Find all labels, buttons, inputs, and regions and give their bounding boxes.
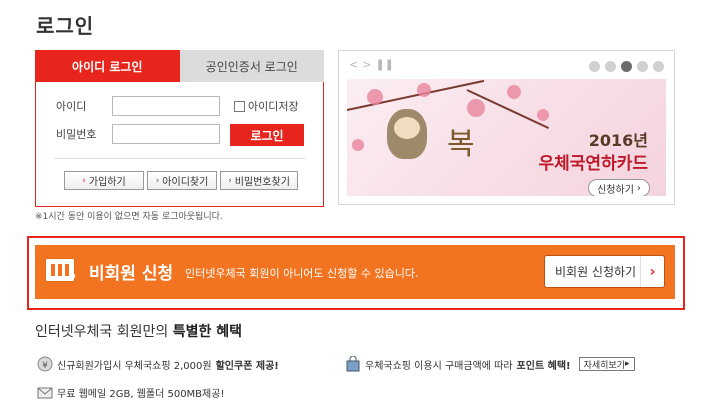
pagination-dot[interactable]: [605, 61, 616, 72]
blossom: [467, 99, 485, 117]
banner-apply-button[interactable]: 신청하기 ›: [588, 179, 650, 196]
divider: [54, 158, 305, 159]
save-id-label: 아이디저장: [248, 100, 299, 113]
save-id-checkbox[interactable]: 아이디저장: [234, 98, 299, 114]
arrow-right-icon: ›: [82, 175, 86, 186]
benefits-title-bold: 특별한 혜택: [172, 324, 242, 340]
prev-icon[interactable]: <: [349, 58, 358, 71]
banner-image[interactable]: 복 2016년 우체국연하카드 신청하기 ›: [347, 79, 666, 196]
pause-icon[interactable]: ❚❚: [375, 58, 393, 71]
non-member-apply-button[interactable]: 비회원 신청하기 ›: [544, 255, 665, 288]
arrow-right-icon: ▸: [625, 359, 630, 369]
non-member-apply-label: 비회원 신청하기: [555, 265, 637, 279]
benefit-text: 신규회원가입시 우체국쇼핑 2,000원: [57, 360, 212, 372]
benefit-text: 무료 웹메일 2GB, 웹폴더 500MB제공!: [57, 388, 225, 400]
banner-controls: < > ❚❚: [349, 58, 394, 71]
chevron-right-icon: ›: [636, 182, 641, 194]
benefits-title-prefix: 인터넷우체국 회원만의: [35, 324, 169, 340]
cursor-icon: ➚: [67, 270, 78, 284]
find-password-button[interactable]: › 비밀번호찾기: [220, 171, 298, 190]
arrow-right-icon: ›: [155, 175, 160, 186]
non-member-title: 비회원 신청: [89, 264, 174, 284]
blossom: [507, 85, 521, 99]
find-id-button[interactable]: › 아이디찾기: [147, 171, 217, 190]
pagination-dot[interactable]: [637, 61, 648, 72]
benefit-highlight: 포인트 혜택!: [516, 360, 571, 372]
blossom: [537, 109, 549, 121]
login-tabs: 아이디 로그인 공인인증서 로그인: [35, 50, 324, 82]
find-password-label: 비밀번호찾기: [234, 177, 290, 188]
shopping-bag-icon: [346, 356, 360, 372]
banner-title: 우체국연하카드: [538, 154, 648, 174]
benefit-item: ¥ 신규회원가입시 우체국쇼핑 2,000원 할인쿠폰 제공!: [37, 356, 279, 372]
non-member-description: 인터넷우체국 회원이 아니어도 신청할 수 있습니다.: [185, 267, 419, 280]
svg-text:¥: ¥: [42, 361, 48, 371]
pagination-dot[interactable]: [589, 61, 600, 72]
details-button[interactable]: 자세히보기 ▸: [578, 357, 635, 371]
pagination-dot-active[interactable]: [621, 61, 632, 72]
coupon-icon: ¥: [37, 356, 53, 372]
login-form: 아이디 아이디저장 비밀번호 로그인 › 가입하기 › 아이디찾기 › 비밀번호…: [35, 82, 324, 207]
banner-apply-label: 신청하기: [597, 184, 634, 196]
login-button[interactable]: 로그인: [230, 124, 304, 146]
signup-button[interactable]: › 가입하기: [64, 171, 144, 190]
signup-label: 가입하기: [88, 177, 126, 188]
page-title: 로그인: [36, 14, 95, 38]
auto-logout-notice: ※1시간 동안 이용이 없으면 자동 로그아웃됩니다.: [35, 212, 223, 222]
banner-pagination: [589, 61, 664, 72]
blossom: [367, 89, 383, 105]
benefit-highlight: 할인쿠폰 제공!: [215, 360, 279, 372]
id-input[interactable]: [112, 96, 220, 116]
benefit-item: 우체국쇼핑 이용시 구매금액에 따라 포인트 혜택! 자세히보기 ▸: [345, 356, 635, 372]
monkey-face: [394, 117, 420, 139]
password-input[interactable]: [112, 124, 220, 144]
find-id-label: 아이디찾기: [162, 177, 209, 188]
next-icon[interactable]: >: [362, 58, 371, 71]
banner-year: 2016년: [588, 131, 648, 150]
login-box: 아이디 로그인 공인인증서 로그인 아이디 아이디저장 비밀번호 로그인 › 가…: [35, 50, 324, 207]
password-label: 비밀번호: [56, 128, 97, 141]
non-member-bar: ➚ 비회원 신청 인터넷우체국 회원이 아니어도 신청할 수 있습니다. 비회원…: [35, 245, 675, 299]
arrow-right-icon: ›: [228, 175, 232, 186]
blossom: [352, 139, 364, 151]
tab-id-login[interactable]: 아이디 로그인: [35, 50, 180, 82]
calligraphy-text: 복: [447, 127, 475, 162]
mail-icon: [37, 387, 53, 399]
benefit-text: 우체국쇼핑 이용시 구매금액에 따라: [365, 360, 513, 372]
tab-certificate-login[interactable]: 공인인증서 로그인: [179, 50, 324, 82]
chevron-right-icon: ›: [640, 256, 664, 287]
details-label: 자세히보기: [583, 360, 625, 371]
promo-banner: < > ❚❚ 복 2016년 우체국연하카드 신청하기 ›: [338, 50, 675, 205]
benefit-item: 무료 웹메일 2GB, 웹폴더 500MB제공!: [37, 384, 224, 400]
checkbox-icon[interactable]: [234, 100, 245, 112]
benefits-title: 인터넷우체국 회원만의 특별한 혜택: [35, 321, 242, 341]
id-label: 아이디: [56, 100, 87, 113]
blossom: [417, 83, 431, 97]
pagination-dot[interactable]: [653, 61, 664, 72]
